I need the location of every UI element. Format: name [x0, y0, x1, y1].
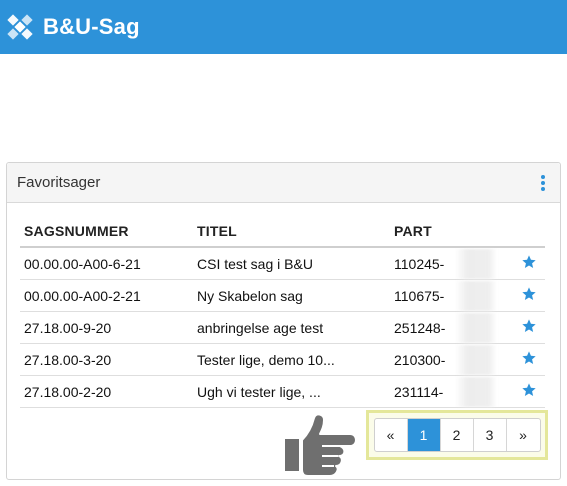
table-row[interactable]: 00.00.00-A00-2-21 Ny Skabelon sag 110675- [20, 280, 545, 312]
column-header-part[interactable]: PART [391, 223, 513, 239]
redaction-blur [455, 377, 497, 407]
pagination: « 1 2 3 » [373, 418, 541, 452]
pagination-page-2[interactable]: 2 [441, 419, 474, 451]
app-title[interactable]: B&U-Sag [43, 14, 140, 40]
table-row[interactable]: 27.18.00-9-20 anbringelse age test 251248- [20, 312, 545, 344]
cell-sagsnummer[interactable]: 27.18.00-2-20 [20, 384, 194, 400]
table-row[interactable]: 27.18.00-2-20 Ugh vi tester lige, ... 2311… [20, 376, 545, 408]
favorite-star-icon[interactable] [521, 286, 537, 305]
panel-header: Favoritsager [7, 163, 560, 203]
cell-sagsnummer[interactable]: 27.18.00-3-20 [20, 352, 194, 368]
pagination-next-button[interactable]: » [507, 419, 540, 451]
column-header-sagsnummer[interactable]: SAGSNUMMER [20, 223, 194, 239]
pagination-prev-button[interactable]: « [375, 419, 408, 451]
cell-sagsnummer[interactable]: 00.00.00-A00-2-21 [20, 288, 194, 304]
table-row[interactable]: 00.00.00-A00-6-21 CSI test sag i B&U 11024… [20, 248, 545, 280]
pointing-hand-icon [278, 408, 360, 480]
table-row[interactable]: 27.18.00-3-20 Tester lige, demo 10... 2103… [20, 344, 545, 376]
favorite-star-icon[interactable] [521, 382, 537, 401]
top-bar: B&U-Sag [0, 0, 567, 54]
pagination-page-1[interactable]: 1 [407, 419, 441, 451]
redaction-blur [455, 345, 497, 375]
cell-titel[interactable]: Ny Skabelon sag [194, 288, 391, 304]
pagination-page-3[interactable]: 3 [474, 419, 507, 451]
panel-title: Favoritsager [17, 174, 101, 191]
favorites-table: SAGSNUMMER TITEL PART 00.00.00-A00-6-21 C… [20, 216, 545, 408]
favorite-star-icon[interactable] [521, 350, 537, 369]
favorite-star-icon[interactable] [521, 318, 537, 337]
cell-titel[interactable]: CSI test sag i B&U [194, 256, 391, 272]
more-options-icon[interactable] [538, 175, 548, 191]
cell-titel[interactable]: Ugh vi tester lige, ... [194, 384, 391, 400]
favorite-star-icon[interactable] [521, 254, 537, 273]
table-header: SAGSNUMMER TITEL PART [20, 216, 545, 248]
pagination-highlight: « 1 2 3 » [366, 410, 548, 460]
app-logo-icon[interactable] [6, 13, 34, 41]
redaction-blur [455, 313, 497, 343]
cell-titel[interactable]: anbringelse age test [194, 320, 391, 336]
cell-sagsnummer[interactable]: 00.00.00-A00-6-21 [20, 256, 194, 272]
redaction-blur [455, 249, 497, 279]
column-header-titel[interactable]: TITEL [194, 223, 391, 239]
cell-titel[interactable]: Tester lige, demo 10... [194, 352, 391, 368]
cell-sagsnummer[interactable]: 27.18.00-9-20 [20, 320, 194, 336]
redaction-blur [455, 281, 497, 311]
